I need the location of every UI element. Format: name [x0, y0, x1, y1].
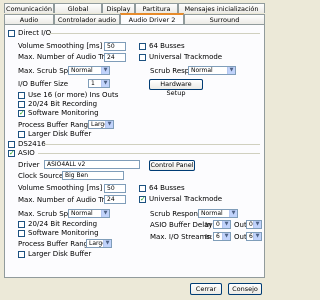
process-buffer-label: Process Buffer Range	[18, 121, 93, 129]
tab-surround[interactable]: Surround	[184, 14, 265, 24]
chevron-down-icon[interactable]: ▼	[101, 80, 109, 87]
driver-select[interactable]: ASIO4ALL v2	[44, 160, 140, 169]
asio-volume-smoothing-input[interactable]: 50	[104, 184, 126, 193]
asio-universal-trackmode-label: Universal Trackmode	[149, 195, 223, 203]
asio-process-buffer-select[interactable]: Large ▼	[86, 239, 112, 248]
universal-trackmode-checkbox[interactable]	[139, 54, 146, 61]
ds2416-label: DS2416	[18, 140, 46, 148]
chevron-down-icon[interactable]: ▼	[253, 221, 261, 228]
asio-bit-recording-label: 20/24 Bit Recording	[28, 220, 98, 228]
chevron-down-icon[interactable]: ▼	[103, 240, 111, 247]
asio-process-buffer-label: Process Buffer Range	[18, 240, 93, 248]
tab-display[interactable]: Display	[102, 3, 135, 13]
close-button[interactable]: Cerrar	[190, 283, 222, 295]
tab-controlador-audio[interactable]: Controlador audio	[54, 14, 120, 24]
clock-source-select[interactable]: Big Ben	[62, 171, 124, 180]
direct-io-separator	[48, 33, 260, 34]
larger-disk-label: Larger Disk Buffer	[28, 130, 92, 138]
max-io-streams-label: Max. I/O Streams:	[150, 233, 213, 241]
bit-recording-label: 20/24 Bit Recording	[28, 100, 98, 108]
max-tracks-input[interactable]: 24	[104, 53, 126, 62]
use16-label: Use 16 (or more) Ins Outs	[28, 91, 119, 99]
process-buffer-select[interactable]: Large ▼	[88, 120, 114, 129]
asio-scrub-speed-select[interactable]: Normal ▼	[68, 209, 110, 218]
asio-larger-disk-label: Larger Disk Buffer	[28, 250, 92, 258]
asio-delay-in-value: 0	[216, 221, 220, 228]
asio-volume-smoothing-label: Volume Smoothing [ms]	[18, 184, 103, 192]
asio-busses-checkbox[interactable]	[139, 185, 146, 192]
asio-delay-in-label: In	[205, 221, 212, 229]
chevron-down-icon[interactable]: ▼	[229, 210, 237, 217]
tab-partitura[interactable]: Partitura	[135, 3, 178, 13]
asio-software-monitoring-label: Software Monitoring	[28, 229, 99, 237]
asio-scrub-response-value: Normal	[201, 210, 223, 217]
clock-source-label: Clock Source	[18, 172, 64, 180]
io-buffer-label: I/O Buffer Size	[18, 80, 68, 88]
volume-smoothing-label: Volume Smoothing [ms]	[18, 42, 103, 50]
asio-label: ASIO	[18, 149, 35, 157]
asio-delay-out-label: Out	[234, 221, 247, 229]
asio-scrub-speed-value: Normal	[71, 210, 93, 217]
direct-io-label: Direct I/O	[18, 29, 52, 37]
scrub-speed-value: Normal	[71, 67, 93, 74]
software-monitoring-checkbox[interactable]: ✓	[18, 110, 25, 117]
control-panel-button[interactable]: Control Panel	[149, 160, 195, 171]
asio-checkbox[interactable]: ✓	[8, 150, 15, 157]
streams-in-label: In	[205, 233, 212, 241]
bit-recording-checkbox[interactable]	[18, 101, 25, 108]
io-buffer-select[interactable]: 1 ▼	[88, 79, 110, 88]
chevron-down-icon[interactable]: ▼	[222, 233, 230, 240]
busses-checkbox[interactable]	[139, 43, 146, 50]
software-monitoring-label: Software Monitoring	[28, 109, 99, 117]
tab-audio[interactable]: Audio	[4, 14, 54, 24]
streams-out-select[interactable]: 6 ▼	[246, 232, 262, 241]
volume-smoothing-input[interactable]: 50	[104, 42, 126, 51]
asio-software-monitoring-checkbox[interactable]	[18, 230, 25, 237]
asio-larger-disk-checkbox[interactable]	[18, 251, 25, 258]
asio-scrub-response-select[interactable]: Normal ▼	[198, 209, 238, 218]
ds2416-separator	[44, 144, 260, 145]
streams-in-select[interactable]: 6 ▼	[213, 232, 231, 241]
ds2416-checkbox[interactable]	[8, 141, 15, 148]
tab-global[interactable]: Global	[54, 3, 102, 13]
busses-label: 64 Busses	[149, 42, 185, 50]
universal-trackmode-label: Universal Trackmode	[149, 53, 223, 61]
scrub-response-select[interactable]: Normal ▼	[188, 66, 236, 75]
asio-bit-recording-checkbox[interactable]	[18, 221, 25, 228]
asio-delay-in-select[interactable]: 0 ▼	[213, 220, 231, 229]
larger-disk-checkbox[interactable]	[18, 131, 25, 138]
tab-mensajes-inicializacion[interactable]: Mensajes inicialización	[178, 3, 265, 13]
chevron-down-icon[interactable]: ▼	[105, 121, 113, 128]
asio-universal-trackmode-checkbox[interactable]: ✓	[139, 196, 146, 203]
chevron-down-icon[interactable]: ▼	[101, 67, 109, 74]
driver-label: Driver	[18, 161, 40, 169]
hardware-setup-button[interactable]: Hardware Setup	[149, 79, 203, 97]
asio-separator	[38, 153, 260, 154]
io-buffer-value: 1	[91, 80, 95, 87]
scrub-speed-select[interactable]: Normal ▼	[68, 66, 110, 75]
asio-busses-label: 64 Busses	[149, 184, 185, 192]
scrub-response-value: Normal	[191, 67, 213, 74]
streams-in-value: 6	[216, 233, 220, 240]
chevron-down-icon[interactable]: ▼	[101, 210, 109, 217]
use16-checkbox[interactable]	[18, 92, 25, 99]
asio-max-tracks-input[interactable]: 24	[104, 195, 126, 204]
chevron-down-icon[interactable]: ▼	[222, 221, 230, 228]
tab-comunicacion[interactable]: Comunicación	[4, 3, 54, 13]
help-button[interactable]: Consejo	[228, 283, 262, 295]
streams-out-label: Out	[234, 233, 247, 241]
direct-io-checkbox[interactable]	[8, 30, 15, 37]
asio-delay-out-select[interactable]: 0 ▼	[246, 220, 262, 229]
chevron-down-icon[interactable]: ▼	[253, 233, 261, 240]
chevron-down-icon[interactable]: ▼	[227, 67, 235, 74]
